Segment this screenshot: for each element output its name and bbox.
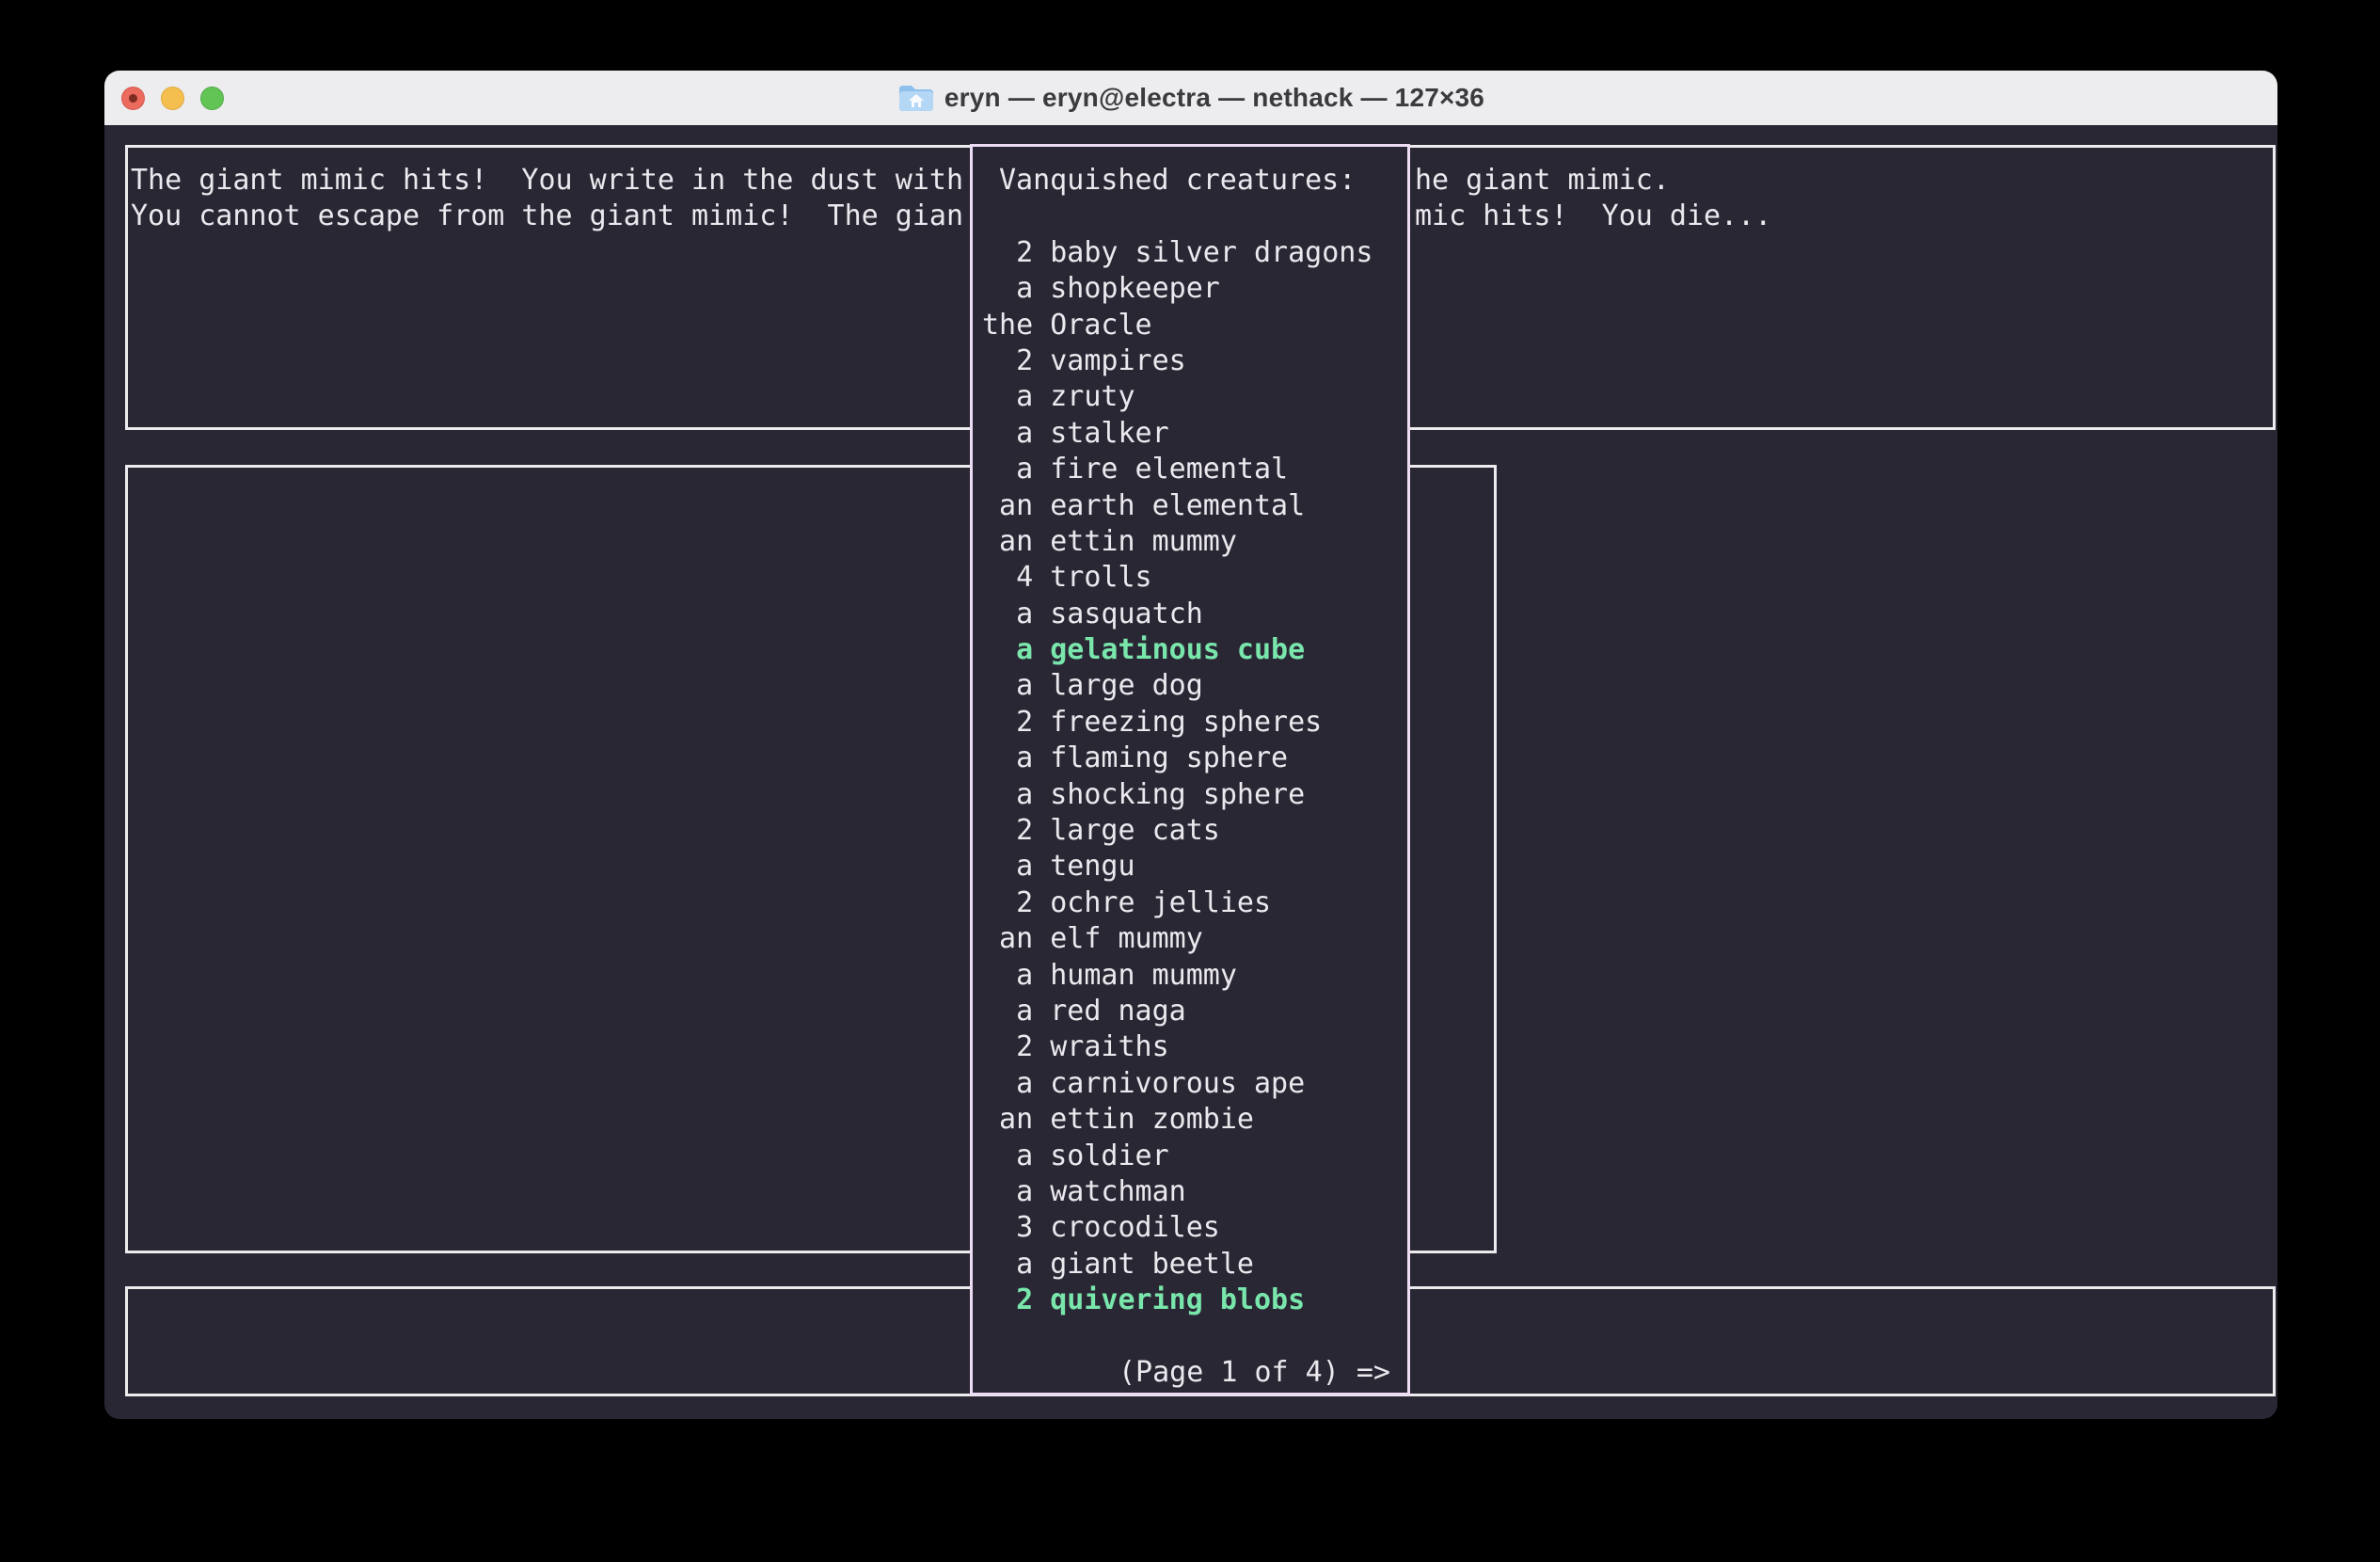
terminal-window: eryn — eryn@electra — nethack — 127×36 T…: [104, 71, 2277, 1419]
creature-line: a watchman: [982, 1174, 1404, 1210]
titlebar[interactable]: eryn — eryn@electra — nethack — 127×36: [104, 71, 2277, 126]
creature-line: a flaming sphere: [982, 741, 1404, 776]
creature-line: the Oracle: [982, 308, 1404, 343]
creature-line: 4 trolls: [982, 560, 1404, 596]
home-folder-icon[interactable]: [897, 83, 933, 113]
creature-line: 2 vampires: [982, 343, 1404, 379]
creature-line: 2 wraiths: [982, 1029, 1404, 1065]
creature-line: a gelatinous cube: [982, 632, 1404, 668]
creature-line: a zruty: [982, 379, 1404, 415]
message-text-left: The giant mimic hits! You write in the d…: [131, 163, 963, 235]
creature-line: 2 ochre jellies: [982, 885, 1404, 921]
creature-line: an ettin mummy: [982, 524, 1404, 560]
creature-line: an earth elemental: [982, 488, 1404, 524]
creature-line: a red naga: [982, 994, 1404, 1029]
creature-line: 2 freezing spheres: [982, 705, 1404, 741]
creature-line: a shocking sphere: [982, 777, 1404, 813]
modified-indicator-dot: [129, 94, 137, 103]
creature-line: an elf mummy: [982, 921, 1404, 957]
message-text-right: he giant mimic. mic hits! You die...: [1415, 163, 1771, 235]
close-button[interactable]: [121, 87, 145, 110]
creature-line: a giant beetle: [982, 1247, 1404, 1283]
window-title: eryn — eryn@electra — nethack — 127×36: [944, 83, 1484, 113]
page-indicator: (Page 1 of 4) =>: [982, 1355, 1404, 1391]
creature-line: a large dog: [982, 668, 1404, 704]
creature-line: a sasquatch: [982, 597, 1404, 632]
terminal-content[interactable]: The giant mimic hits! You write in the d…: [104, 125, 2277, 1419]
creature-line: 2 baby silver dragons: [982, 235, 1404, 271]
vanquished-header: Vanquished creatures:: [982, 163, 1404, 199]
creature-line: a fire elemental: [982, 452, 1404, 487]
creature-line: 2 quivering blobs: [982, 1283, 1404, 1318]
creature-line: an ettin zombie: [982, 1102, 1404, 1138]
vanquished-lines: Vanquished creatures: 2 baby silver drag…: [982, 163, 1404, 1391]
zoom-button[interactable]: [200, 87, 224, 110]
creature-line: a soldier: [982, 1139, 1404, 1174]
creature-line: 3 crocodiles: [982, 1210, 1404, 1246]
blank-line: [982, 199, 1404, 234]
creature-line: a human mummy: [982, 958, 1404, 994]
desktop-background: eryn — eryn@electra — nethack — 127×36 T…: [0, 0, 2380, 1562]
minimize-button[interactable]: [161, 87, 184, 110]
creature-line: a shopkeeper: [982, 271, 1404, 307]
title-group: eryn — eryn@electra — nethack — 127×36: [897, 83, 1484, 113]
vanquished-panel: Vanquished creatures: 2 baby silver drag…: [970, 144, 1410, 1395]
creature-line: 2 large cats: [982, 813, 1404, 849]
blank-line: [982, 1319, 1404, 1355]
vanquished-list: 2 baby silver dragons a shopkeeperthe Or…: [982, 235, 1404, 1319]
traffic-lights: [121, 71, 224, 125]
creature-line: a carnivorous ape: [982, 1066, 1404, 1102]
creature-line: a tengu: [982, 849, 1404, 885]
creature-line: a stalker: [982, 416, 1404, 452]
